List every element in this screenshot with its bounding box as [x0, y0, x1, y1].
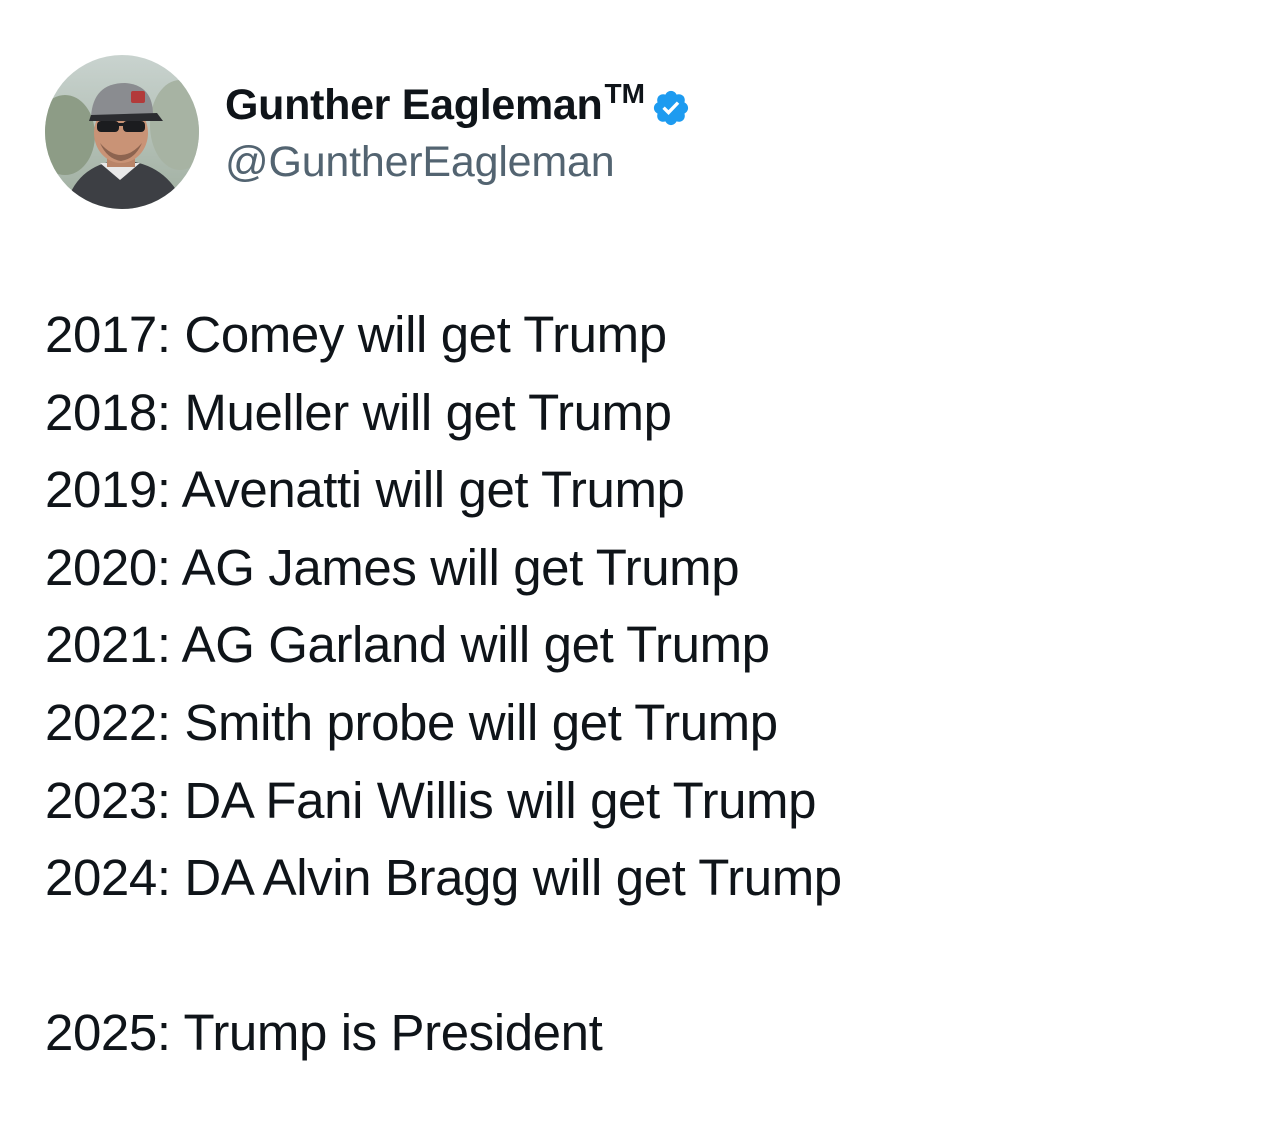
tweet-line: 2023: DA Fani Willis will get Trump: [45, 771, 817, 829]
tweet-line: 2019: Avenatti will get Trump: [45, 461, 685, 519]
verified-badge-icon: [653, 90, 689, 125]
tweet-text: 2017: Comey will get Trump 2018: Mueller…: [45, 296, 842, 1072]
tweet-line: 2018: Mueller will get Trump: [45, 383, 672, 441]
tweet-line: 2017: Comey will get Trump: [45, 306, 667, 363]
display-name-row[interactable]: Gunther Eagleman TM: [225, 78, 691, 134]
tweet-line: 2021: AG Garland will get Trump: [45, 616, 770, 674]
tweet-line: 2024: DA Alvin Bragg will get Trump: [45, 849, 842, 907]
avatar-image: [45, 55, 199, 209]
avatar[interactable]: [45, 55, 199, 209]
author-names: Gunther Eagleman TM @GuntherEagleman: [225, 78, 691, 187]
user-handle[interactable]: @GuntherEagleman: [225, 138, 691, 187]
trademark-symbol: TM: [604, 77, 645, 109]
display-name[interactable]: Gunther Eagleman: [225, 81, 603, 130]
tweet-header: Gunther Eagleman TM @GuntherEagleman: [45, 55, 691, 209]
tweet-line: 2020: AG James will get Trump: [45, 538, 740, 596]
tweet: Gunther Eagleman TM @GuntherEagleman 201…: [0, 0, 1284, 1146]
tweet-final-line: 2025: Trump is President: [45, 1004, 603, 1062]
tweet-line: 2022: Smith probe will get Trump: [45, 693, 778, 751]
